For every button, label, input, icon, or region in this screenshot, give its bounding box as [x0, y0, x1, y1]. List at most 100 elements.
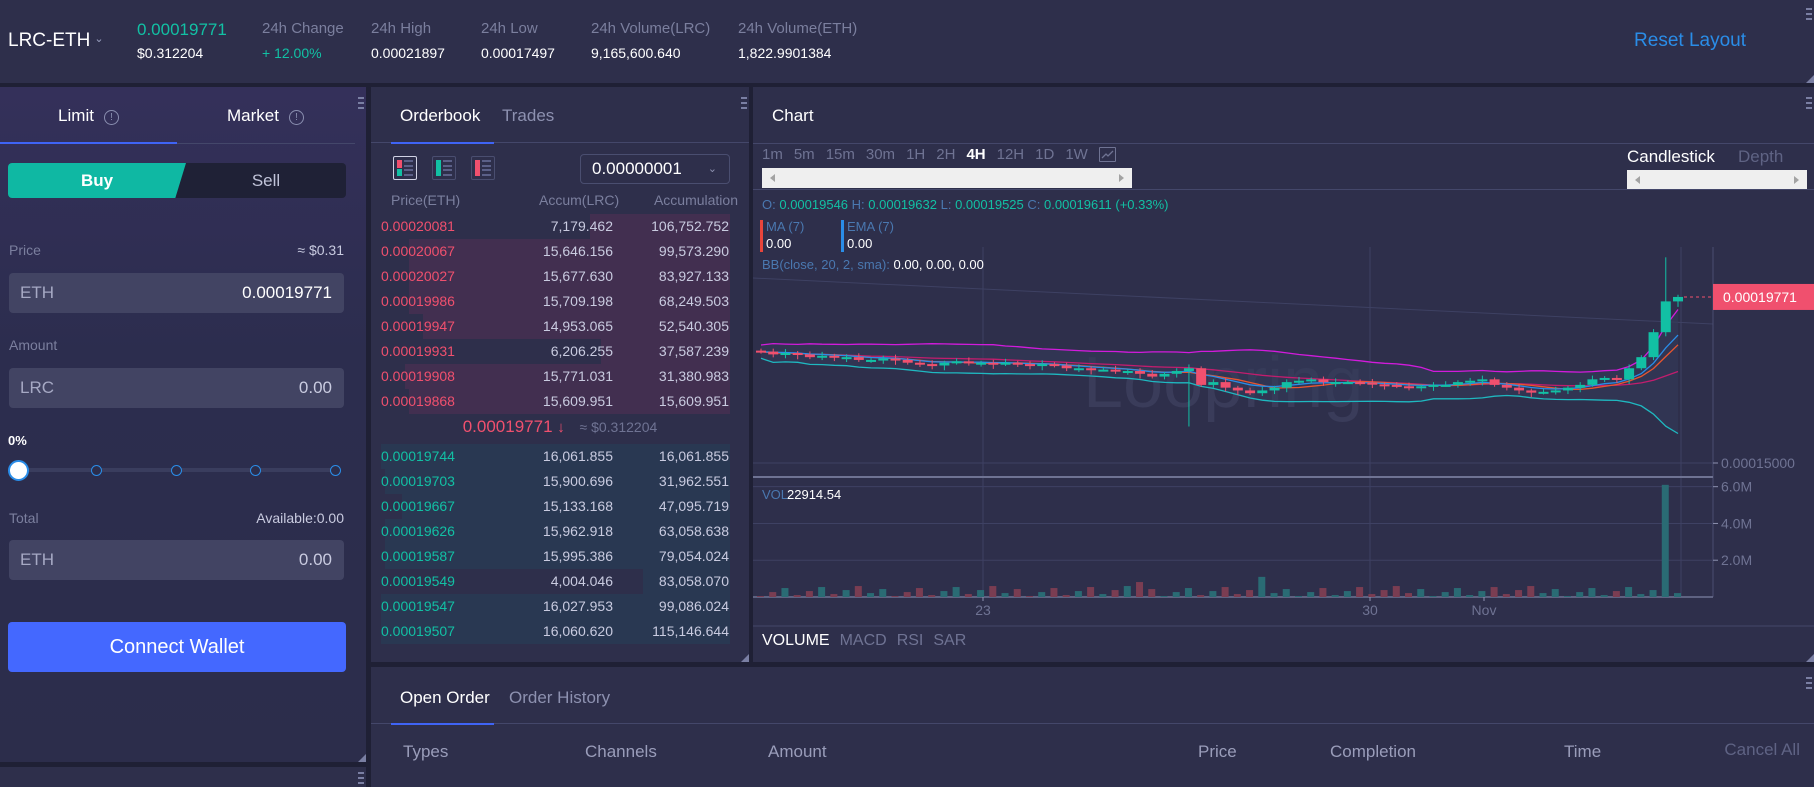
- tab-market[interactable]: Market!: [177, 87, 354, 143]
- candle-body: [1355, 382, 1366, 385]
- tab-order-history[interactable]: Order History: [509, 688, 610, 708]
- resize-handle-icon[interactable]: [741, 654, 749, 662]
- view-bids-icon[interactable]: [432, 156, 456, 180]
- ask-row[interactable]: 0.00019931 6,206.255 37,587.239: [381, 339, 730, 364]
- resize-handle-icon[interactable]: [1806, 75, 1814, 83]
- ask-row[interactable]: 0.00019947 14,953.065 52,540.305: [381, 314, 730, 339]
- bb-value: 0.00, 0.00, 0.00: [893, 257, 984, 272]
- drag-handle-icon[interactable]: [741, 97, 747, 111]
- resize-handle-icon[interactable]: [358, 754, 366, 762]
- bid-row[interactable]: 0.00019626 15,962.918 63,058.638: [381, 519, 730, 544]
- tab-limit[interactable]: Limit!: [0, 87, 177, 144]
- view-both-icon[interactable]: [393, 156, 417, 180]
- slider-stop-25[interactable]: [91, 465, 102, 476]
- reset-layout-button[interactable]: Reset Layout: [1634, 30, 1746, 52]
- chart-type-scrollbar[interactable]: [1627, 170, 1807, 190]
- scroll-left-icon[interactable]: [770, 174, 775, 182]
- info-icon[interactable]: !: [288, 110, 304, 125]
- ask-row[interactable]: 0.00020027 15,677.630 83,927.133: [381, 264, 730, 289]
- line-chart-icon[interactable]: [1098, 147, 1116, 162]
- timeframe-1h[interactable]: 1H: [906, 146, 925, 163]
- ask-row[interactable]: 0.00019868 15,609.951 15,609.951: [381, 389, 730, 414]
- scroll-right-icon[interactable]: [1794, 176, 1799, 184]
- timeframe-1w[interactable]: 1W: [1065, 146, 1088, 163]
- ask-row[interactable]: 0.00020067 15,646.156 99,573.290: [381, 239, 730, 264]
- indicator-macd[interactable]: MACD: [840, 632, 887, 650]
- view-asks-icon[interactable]: [471, 156, 495, 180]
- sell-button[interactable]: Sell: [186, 163, 346, 198]
- timeframe-2h[interactable]: 2H: [936, 146, 955, 163]
- candle-body: [939, 362, 950, 366]
- candle-body: [1269, 387, 1280, 391]
- volume-bar: [1380, 590, 1388, 597]
- price-chart[interactable]: Loopring0.000197710.000150006.0M4.0M2.0M…: [753, 247, 1814, 627]
- tab-open-order[interactable]: Open Order: [400, 688, 490, 708]
- tab-depth[interactable]: Depth: [1738, 147, 1783, 167]
- bid-row[interactable]: 0.00019547 16,027.953 99,086.024: [381, 594, 730, 619]
- pair-selector[interactable]: LRC-ETH ⌄: [8, 30, 104, 52]
- tab-trades[interactable]: Trades: [502, 106, 554, 126]
- price-value: 0.00019771: [242, 283, 332, 302]
- scroll-left-icon[interactable]: [1635, 176, 1640, 184]
- timeframe-12h[interactable]: 12H: [997, 146, 1025, 163]
- candle-body: [768, 351, 779, 355]
- x-axis-label: Nov: [1472, 602, 1497, 618]
- bid-row[interactable]: 0.00019549 4,004.046 83,058.070: [381, 569, 730, 594]
- timeframe-30m[interactable]: 30m: [866, 146, 895, 163]
- tab-orderbook[interactable]: Orderbook: [400, 106, 480, 126]
- volume-bar: [952, 587, 960, 597]
- indicator-volume[interactable]: VOLUME: [762, 632, 830, 650]
- connect-wallet-button[interactable]: Connect Wallet: [8, 622, 346, 672]
- drag-handle-icon[interactable]: [358, 772, 364, 786]
- volume-bar: [818, 587, 826, 597]
- tab-candlestick[interactable]: Candlestick: [1627, 147, 1715, 167]
- bid-row[interactable]: 0.00019703 15,900.696 31,962.551: [381, 469, 730, 494]
- ask-row[interactable]: 0.00020081 7,179.462 106,752.752: [381, 214, 730, 239]
- volume-bar: [1429, 596, 1437, 597]
- drag-handle-icon[interactable]: [1806, 8, 1812, 22]
- slider-stop-100[interactable]: [330, 465, 341, 476]
- ma-label: MA (7): [766, 219, 805, 234]
- volume-bar: [1417, 589, 1425, 597]
- timeframe-5m[interactable]: 5m: [794, 146, 815, 163]
- price-input[interactable]: ETH 0.00019771: [9, 273, 344, 313]
- bid-row[interactable]: 0.00019587 15,995.386 79,054.024: [381, 544, 730, 569]
- drag-handle-icon[interactable]: [1806, 677, 1812, 691]
- bid-row[interactable]: 0.00019667 15,133.168 47,095.719: [381, 494, 730, 519]
- bb-legend: BB(close, 20, 2, sma): 0.00, 0.00, 0.00: [762, 257, 984, 272]
- slider-stop-75[interactable]: [250, 465, 261, 476]
- indicator-rsi[interactable]: RSI: [897, 632, 924, 650]
- volume-bar: [977, 590, 985, 597]
- row-amount: 15,609.951: [542, 393, 613, 409]
- amount-input[interactable]: LRC 0.00: [9, 368, 344, 408]
- timeframe-15m[interactable]: 15m: [826, 146, 855, 163]
- timeframe-scrollbar[interactable]: [762, 168, 1132, 188]
- buy-button[interactable]: Buy: [8, 163, 186, 198]
- resize-handle-icon[interactable]: [1806, 654, 1814, 662]
- cancel-all-button[interactable]: Cancel All: [1724, 740, 1800, 760]
- col-price: Price(ETH): [391, 192, 461, 208]
- amount-percent-slider[interactable]: [8, 460, 343, 481]
- timeframe-1m[interactable]: 1m: [762, 146, 783, 163]
- row-amount: 4,004.046: [550, 573, 613, 589]
- timeframe-1d[interactable]: 1D: [1035, 146, 1054, 163]
- info-icon[interactable]: !: [103, 110, 119, 125]
- row-price: 0.00019549: [381, 573, 455, 589]
- candle-body: [780, 353, 791, 355]
- chart-panel: Chart 1m 5m 15m 30m 1H 2H 4H 12H 1D 1W Candlestic…: [753, 87, 1814, 662]
- bid-row[interactable]: 0.00019507 16,060.620 115,146.644: [381, 619, 730, 644]
- bid-row[interactable]: 0.00019744 16,061.855 16,061.855: [381, 444, 730, 469]
- row-price: 0.00019626: [381, 523, 455, 539]
- slider-knob[interactable]: [8, 460, 29, 481]
- slider-stop-50[interactable]: [171, 465, 182, 476]
- timeframe-4h[interactable]: 4H: [966, 146, 985, 163]
- indicator-sar[interactable]: SAR: [933, 632, 966, 650]
- scroll-right-icon[interactable]: [1119, 174, 1124, 182]
- drag-handle-icon[interactable]: [358, 97, 364, 111]
- ask-row[interactable]: 0.00019986 15,709.198 68,249.503: [381, 289, 730, 314]
- total-input[interactable]: ETH 0.00: [9, 540, 344, 580]
- precision-select[interactable]: 0.00000001 ⌄: [580, 154, 730, 184]
- candle-body: [756, 350, 766, 353]
- drag-handle-icon[interactable]: [1806, 97, 1812, 111]
- ask-row[interactable]: 0.00019908 15,771.031 31,380.983: [381, 364, 730, 389]
